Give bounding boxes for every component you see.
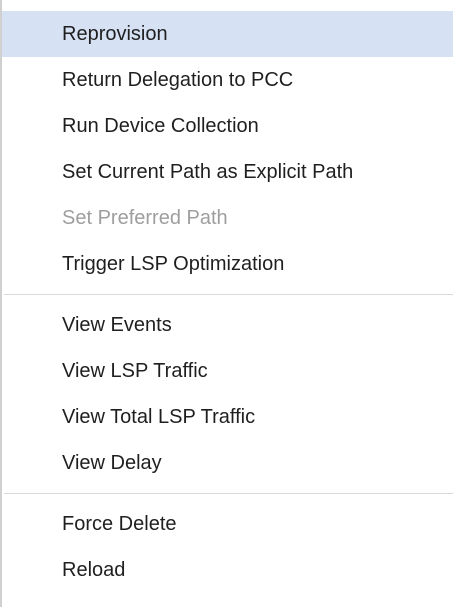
menu-item-run-device-collection[interactable]: Run Device Collection [2, 103, 453, 149]
menu-item-reprovision[interactable]: Reprovision [2, 11, 453, 57]
context-menu: Reprovision Return Delegation to PCC Run… [0, 0, 453, 607]
menu-item-reload[interactable]: Reload [2, 547, 453, 593]
menu-item-view-events[interactable]: View Events [2, 302, 453, 348]
menu-separator [4, 493, 453, 494]
menu-separator [4, 294, 453, 295]
menu-item-view-total-lsp-traffic[interactable]: View Total LSP Traffic [2, 394, 453, 440]
menu-item-view-delay[interactable]: View Delay [2, 440, 453, 486]
menu-item-force-delete[interactable]: Force Delete [2, 501, 453, 547]
menu-item-set-preferred-path: Set Preferred Path [62, 207, 228, 229]
menu-item-return-delegation-to-pcc[interactable]: Return Delegation to PCC [2, 57, 453, 103]
menu-item-view-lsp-traffic[interactable]: View LSP Traffic [2, 348, 453, 394]
menu-item-set-current-path-as-explicit-path[interactable]: Set Current Path as Explicit Path [2, 149, 453, 195]
menu-item-trigger-lsp-optimization[interactable]: Trigger LSP Optimization [2, 241, 453, 287]
